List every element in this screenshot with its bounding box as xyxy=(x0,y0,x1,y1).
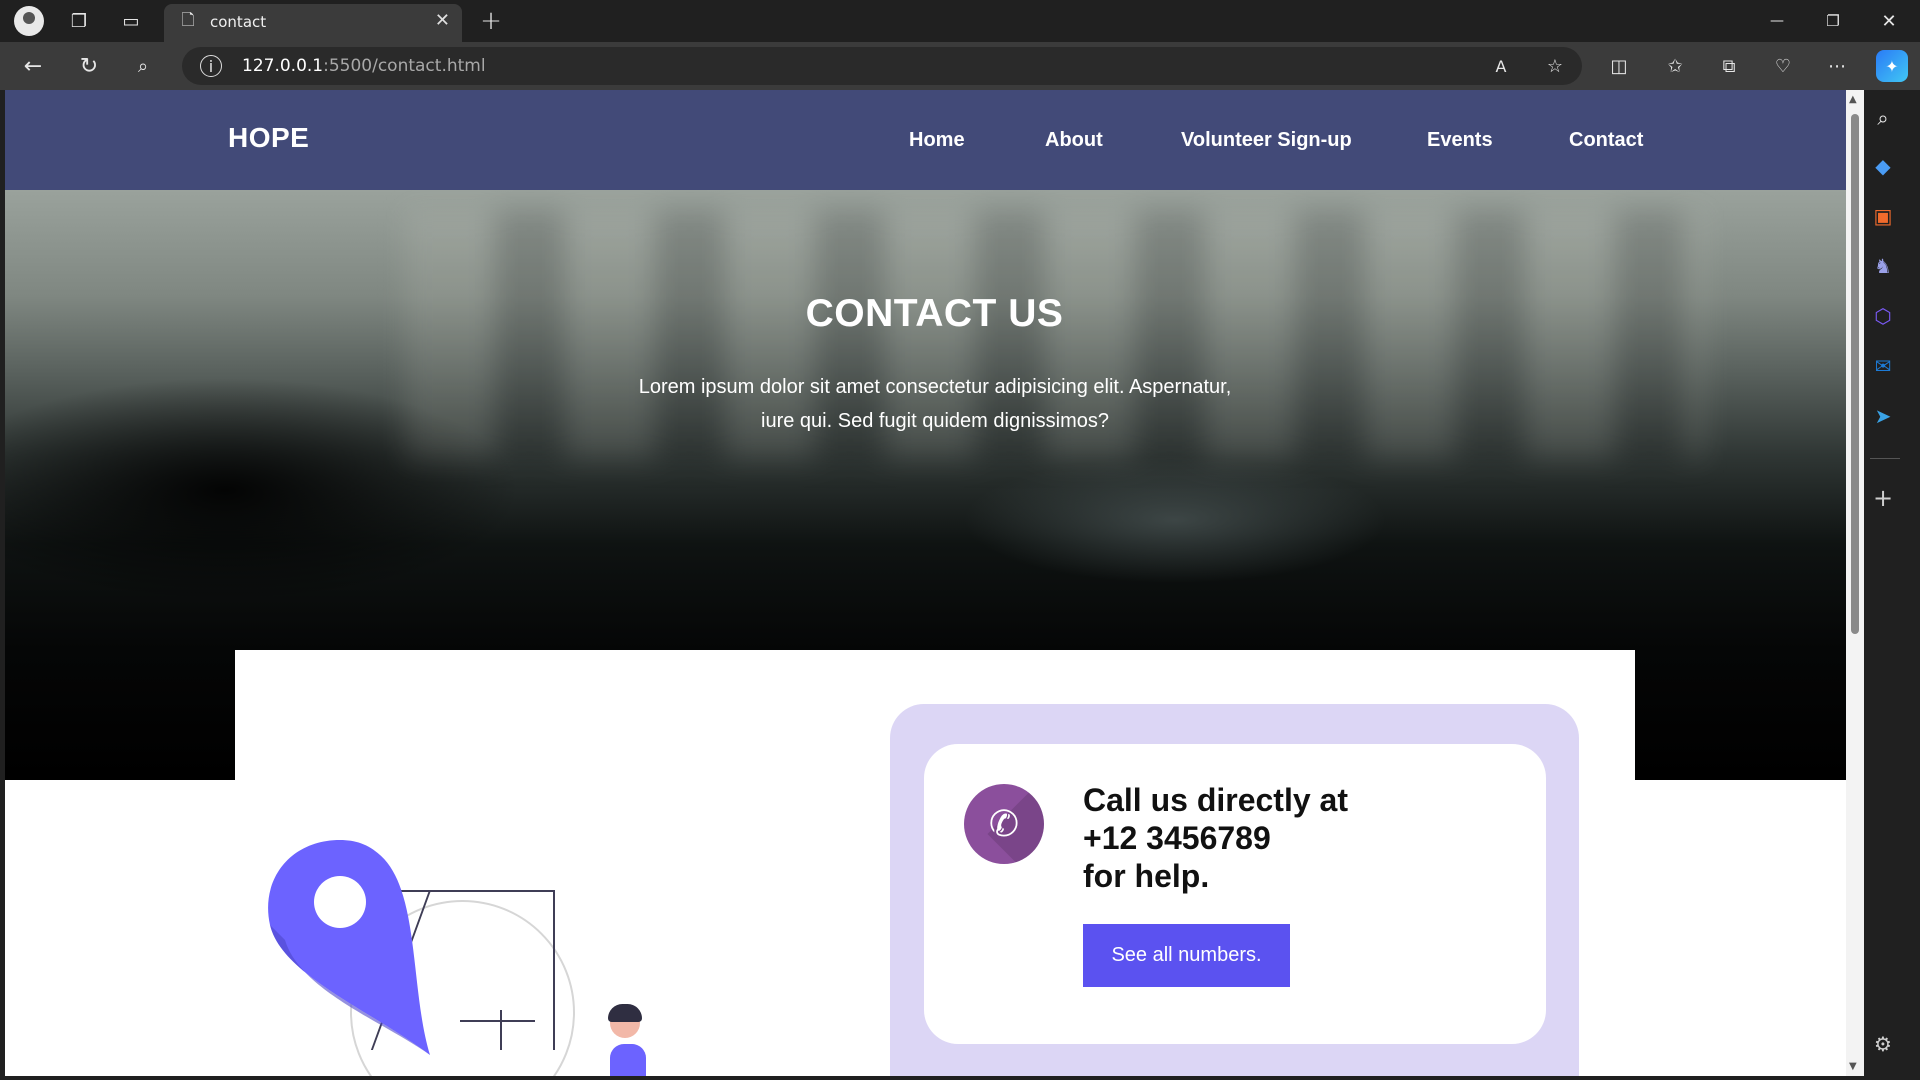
back-icon[interactable]: ← xyxy=(18,52,48,80)
person-hair xyxy=(608,1004,642,1022)
profile-icon[interactable] xyxy=(14,6,44,36)
scroll-thumb[interactable] xyxy=(1851,114,1859,634)
see-all-numbers-button[interactable]: See all numbers. xyxy=(1083,924,1290,987)
page-title: CONTACT US xyxy=(805,292,1064,335)
refresh-icon[interactable]: ↻ xyxy=(74,52,104,80)
call-phone-number: +12 3456789 xyxy=(1083,820,1271,856)
person-body xyxy=(610,1044,646,1076)
brand-logo[interactable]: HOPE xyxy=(228,122,309,154)
scroll-up-arrow-icon[interactable]: ▲ xyxy=(1849,94,1857,105)
copilot-icon[interactable]: ✦ xyxy=(1876,50,1908,82)
nav-events[interactable]: Events xyxy=(1427,129,1493,152)
page-scrollbar[interactable]: ▲ ▼ xyxy=(1846,90,1864,1076)
nav-home[interactable]: Home xyxy=(909,129,965,152)
page-icon: 🗋 xyxy=(181,9,195,29)
search-icon[interactable]: ⌕ xyxy=(128,52,158,80)
phone-icon: ✆ xyxy=(964,784,1044,864)
location-illustration xyxy=(260,830,680,1076)
call-heading-line1: Call us directly at xyxy=(1083,782,1348,818)
nav-contact[interactable]: Contact xyxy=(1569,129,1643,152)
favorite-star-icon[interactable]: ☆ xyxy=(1542,55,1568,77)
close-tab-icon[interactable]: ✕ xyxy=(435,10,450,31)
browser-tab-bar: ❐ ▭ 🗋 contact ✕ + — ❐ ✕ xyxy=(0,0,1920,42)
read-aloud-icon[interactable]: A xyxy=(1488,55,1514,77)
restore-button[interactable]: ❐ xyxy=(1816,6,1850,36)
map-pin-icon xyxy=(268,840,430,1055)
browser-toolbar: ← ↻ ⌕ i 127.0.0.1:5500/contact.html A ☆ … xyxy=(0,42,1920,90)
scroll-down-arrow-icon[interactable]: ▼ xyxy=(1849,1061,1857,1072)
sidebar-divider xyxy=(1870,458,1900,459)
collections-icon[interactable]: ⧉ xyxy=(1714,52,1744,80)
browser-essentials-icon[interactable]: ♡ xyxy=(1768,52,1798,80)
call-box: ✆ Call us directly at +12 3456789 for he… xyxy=(890,704,1579,1076)
call-heading-line3: for help. xyxy=(1083,858,1210,894)
split-screen-icon[interactable]: ◫ xyxy=(1604,52,1634,80)
site-info-icon[interactable]: i xyxy=(200,55,222,77)
favorites-icon[interactable]: ✩ xyxy=(1660,52,1690,80)
tab-actions-icon[interactable]: ▭ xyxy=(116,6,146,36)
tab-contact[interactable]: 🗋 contact ✕ xyxy=(164,4,462,42)
tab-title: contact xyxy=(210,13,267,31)
workspaces-icon[interactable]: ❐ xyxy=(64,6,94,36)
new-tab-button[interactable]: + xyxy=(476,6,506,36)
address-bar[interactable]: i 127.0.0.1:5500/contact.html A ☆ xyxy=(182,47,1582,85)
nav-about[interactable]: About xyxy=(1045,129,1103,152)
more-menu-icon[interactable]: ⋯ xyxy=(1822,52,1852,80)
address-url[interactable]: 127.0.0.1:5500/contact.html xyxy=(242,56,486,76)
call-card: ✆ Call us directly at +12 3456789 for he… xyxy=(924,744,1546,1044)
page-viewport: HOPE Home About Volunteer Sign-up Events… xyxy=(5,90,1846,1076)
hero-description: Lorem ipsum dolor sit amet consectetur a… xyxy=(638,376,1232,432)
minimize-button[interactable]: — xyxy=(1760,6,1794,36)
nav-volunteer-signup[interactable]: Volunteer Sign-up xyxy=(1181,129,1352,152)
close-window-button[interactable]: ✕ xyxy=(1872,6,1906,36)
site-navbar: HOPE Home About Volunteer Sign-up Events… xyxy=(5,90,1846,190)
